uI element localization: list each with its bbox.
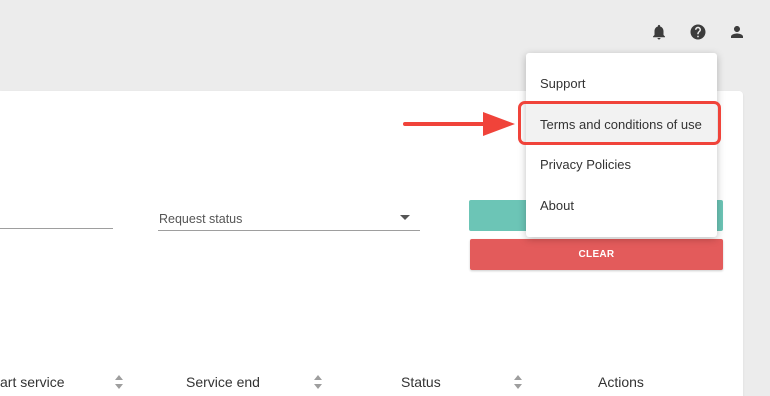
column-header-service-end[interactable]: Service end [186, 374, 260, 390]
help-icon[interactable] [688, 22, 708, 42]
menu-item-about[interactable]: About [526, 185, 717, 225]
chevron-down-icon [400, 215, 410, 220]
bell-icon[interactable] [649, 22, 669, 42]
sort-icon[interactable] [314, 375, 322, 389]
menu-item-privacy-policies[interactable]: Privacy Policies [526, 144, 717, 184]
menu-item-label: Privacy Policies [540, 156, 632, 172]
help-dropdown-menu: Support Terms and conditions of use Priv… [526, 53, 717, 237]
clear-button[interactable]: CLEAR [470, 239, 723, 270]
menu-item-support[interactable]: Support [526, 63, 717, 103]
filter-input[interactable] [0, 203, 113, 229]
column-header-start-service[interactable]: art service [0, 374, 65, 390]
sort-icon[interactable] [514, 375, 522, 389]
menu-item-label: Terms and conditions of use [540, 116, 702, 132]
sort-icon[interactable] [115, 375, 123, 389]
menu-item-label: About [540, 197, 574, 213]
column-header-status[interactable]: Status [401, 374, 441, 390]
menu-item-label: Support [540, 75, 586, 91]
request-status-select[interactable]: Request status [158, 207, 420, 231]
column-header-actions: Actions [598, 374, 644, 390]
request-status-label: Request status [159, 212, 243, 226]
account-icon[interactable] [727, 22, 747, 42]
menu-item-terms[interactable]: Terms and conditions of use [526, 104, 717, 144]
